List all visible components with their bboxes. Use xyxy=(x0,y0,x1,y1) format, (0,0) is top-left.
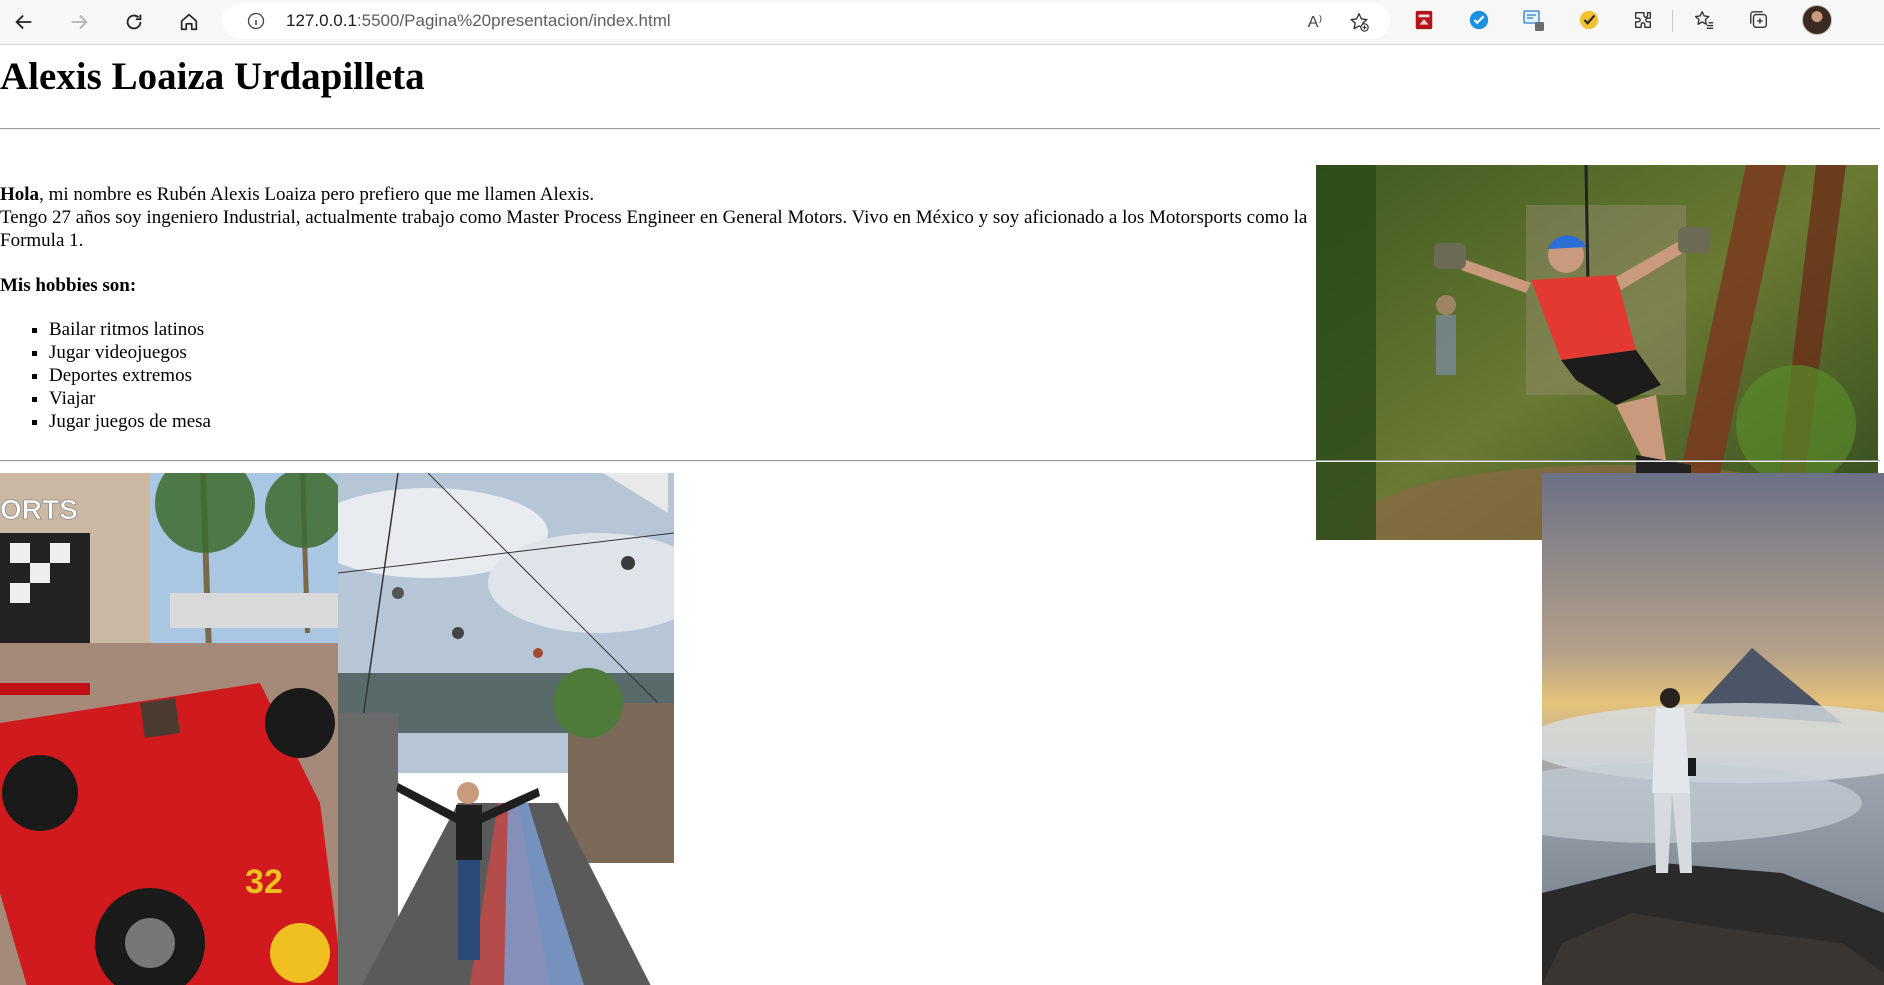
top-divider xyxy=(0,128,1880,130)
arrow-right-icon xyxy=(71,14,88,30)
list-item: Viajar xyxy=(49,387,211,410)
intro-paragraph-1: Hola, mi nombre es Rubén Alexis Loaiza p… xyxy=(0,183,1310,206)
star-add-icon[interactable] xyxy=(1348,11,1370,33)
intro-greeting: Hola xyxy=(0,184,40,205)
reload-button[interactable] xyxy=(116,4,152,40)
intro-text: Hola, mi nombre es Rubén Alexis Loaiza p… xyxy=(0,183,1310,252)
hobbies-title: Mis hobbies son: xyxy=(0,275,137,296)
back-button[interactable] xyxy=(6,4,42,40)
page-content: Alexis Loaiza Urdapilleta Hola, mi nombr… xyxy=(0,46,1884,985)
browser-toolbar: 127.0.0.1:5500/Pagina%20presentacion/ind… xyxy=(0,0,1884,45)
info-icon[interactable] xyxy=(246,11,266,31)
pdf-extension-icon[interactable] xyxy=(1412,8,1436,32)
collections-icon[interactable] xyxy=(1747,8,1771,32)
list-item: Jugar juegos de mesa xyxy=(49,410,211,433)
home-button[interactable] xyxy=(171,4,207,40)
street-photo xyxy=(338,473,674,985)
puzzle-icon[interactable] xyxy=(1631,8,1655,32)
url-host: 127.0.0.1 xyxy=(286,11,357,30)
middle-divider xyxy=(0,460,1880,462)
intro-line-1: , mi nombre es Rubén Alexis Loaiza pero … xyxy=(39,184,595,205)
hobbies-list: Bailar ritmos latinos Jugar videojuegos … xyxy=(0,318,211,433)
toolbar-separator xyxy=(1672,10,1673,32)
forward-button[interactable] xyxy=(61,4,97,40)
list-item: Jugar videojuegos xyxy=(49,341,211,364)
page-title: Alexis Loaiza Urdapilleta xyxy=(0,55,425,98)
home-icon xyxy=(180,13,198,31)
check-extension-icon[interactable] xyxy=(1577,8,1601,32)
favorites-icon[interactable] xyxy=(1692,8,1716,32)
svg-text:ORTS: ORTS xyxy=(0,494,78,525)
intro-line-2: Tengo 27 años soy ingeniero Industrial, … xyxy=(0,207,1308,251)
url-path: :5500/Pagina%20presentacion/index.html xyxy=(356,11,671,30)
volcano-photo xyxy=(1542,473,1884,985)
reload-icon xyxy=(126,14,142,30)
svg-text:32: 32 xyxy=(245,863,283,901)
read-aloud-icon[interactable]: A⁾ xyxy=(1304,11,1326,33)
url-text[interactable]: 127.0.0.1:5500/Pagina%20presentacion/ind… xyxy=(286,11,671,31)
list-item: Deportes extremos xyxy=(49,364,211,387)
arrow-left-icon xyxy=(15,14,32,30)
blue-circle-extension-icon[interactable] xyxy=(1467,8,1491,32)
profile-avatar[interactable] xyxy=(1802,5,1832,35)
screen-extension-icon[interactable] xyxy=(1522,8,1546,32)
race-car-photo: ORTS 32 xyxy=(0,473,338,985)
address-bar[interactable]: 127.0.0.1:5500/Pagina%20presentacion/ind… xyxy=(222,3,1390,39)
list-item: Bailar ritmos latinos xyxy=(49,318,211,341)
